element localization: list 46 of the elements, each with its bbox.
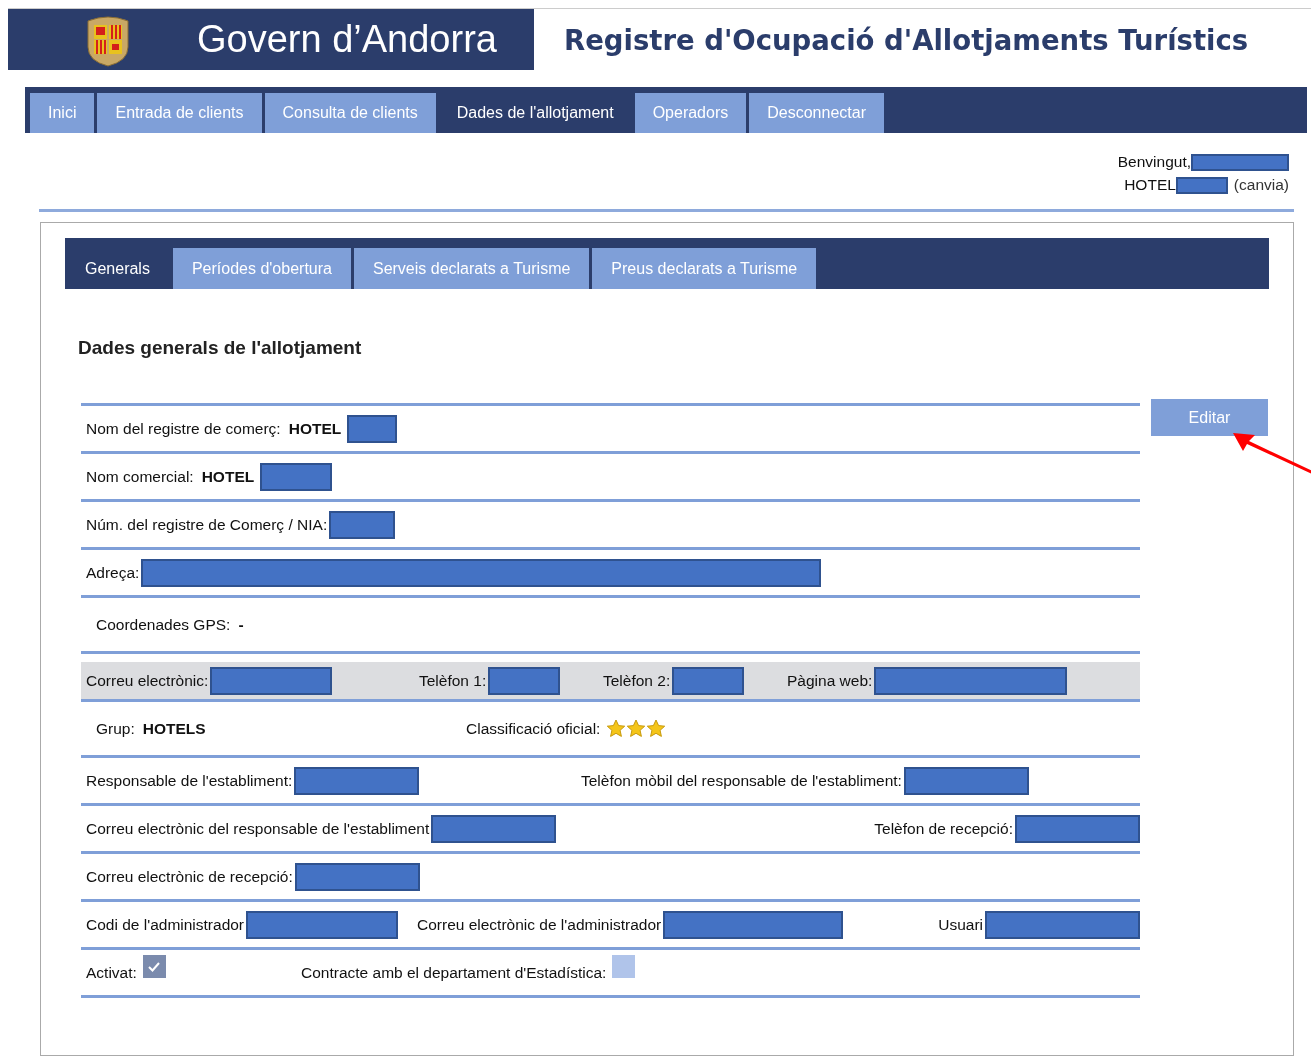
section-tab[interactable]: Preus declarats a Turisme bbox=[592, 248, 817, 289]
field-label: Responsable de l'establiment: bbox=[86, 771, 293, 790]
field-label: Activat: bbox=[86, 963, 137, 982]
section-heading: Dades generals de l'allotjament bbox=[78, 337, 363, 359]
field-label: Pàgina web: bbox=[787, 671, 873, 690]
field-label: Coordenades GPS: bbox=[96, 615, 231, 634]
field-label: Telèfon 1: bbox=[419, 671, 487, 690]
field-label: Usuari bbox=[938, 915, 983, 934]
field-value: HOTEL bbox=[201, 467, 255, 486]
government-name: Govern d’Andorra bbox=[197, 18, 497, 61]
field-label: Telèfon 2: bbox=[603, 671, 671, 690]
nav-tab[interactable]: Operadors bbox=[634, 93, 747, 133]
edit-button[interactable]: Editar bbox=[1151, 399, 1268, 436]
change-link[interactable]: (canvia) bbox=[1233, 176, 1289, 194]
nav-tab[interactable]: Consulta de clients bbox=[264, 93, 436, 133]
section-tab[interactable]: Serveis declarats a Turisme bbox=[353, 248, 590, 289]
field-label: Correu electrònic de recepció: bbox=[86, 867, 293, 886]
nav-tab[interactable]: Desconnectar bbox=[749, 93, 884, 133]
field-label: Núm. del registre de Comerç / NIA: bbox=[86, 515, 328, 534]
check-icon bbox=[147, 960, 162, 973]
star-icon bbox=[646, 719, 667, 738]
app-title: Registre d'Ocupació d'Allotjaments Turístics bbox=[564, 23, 1249, 56]
field-value: - bbox=[238, 615, 244, 634]
field-label: Codi de l'administrador bbox=[86, 915, 245, 934]
nav-tab[interactable]: Inici bbox=[30, 93, 95, 133]
star-icon bbox=[626, 719, 647, 738]
field-label: Contracte amb el departament d'Estadística: bbox=[301, 963, 607, 982]
field-label: Correu electrònic: bbox=[86, 671, 209, 690]
welcome-text: Benvingut, bbox=[1117, 153, 1191, 171]
field-label: Nom del registre de comerç: bbox=[86, 419, 281, 438]
field-label: Correu electrònic de l'administrador bbox=[417, 915, 662, 934]
nav-tab[interactable]: Entrada de clients bbox=[97, 93, 262, 133]
field-label: Telèfon mòbil del responsable de l'establiment: bbox=[581, 771, 902, 790]
section-tab[interactable]: Períodes d'obertura bbox=[172, 248, 351, 289]
field-label: Telèfon de recepció: bbox=[874, 819, 1013, 838]
checkbox[interactable] bbox=[142, 955, 166, 978]
checkbox[interactable] bbox=[612, 955, 636, 978]
star-icon bbox=[606, 719, 627, 738]
field-value: HOTEL bbox=[288, 419, 342, 438]
hotel-name: HOTEL bbox=[1124, 176, 1176, 194]
field-value: HOTELS bbox=[142, 719, 206, 738]
field-label: Adreça: bbox=[86, 563, 140, 582]
field-label: Classificació oficial: bbox=[466, 719, 601, 738]
field-label: Nom comercial: bbox=[86, 467, 194, 486]
field-label: Correu electrònic del responsable de l'establiment bbox=[86, 819, 430, 838]
field-label: Grup: bbox=[96, 719, 135, 738]
